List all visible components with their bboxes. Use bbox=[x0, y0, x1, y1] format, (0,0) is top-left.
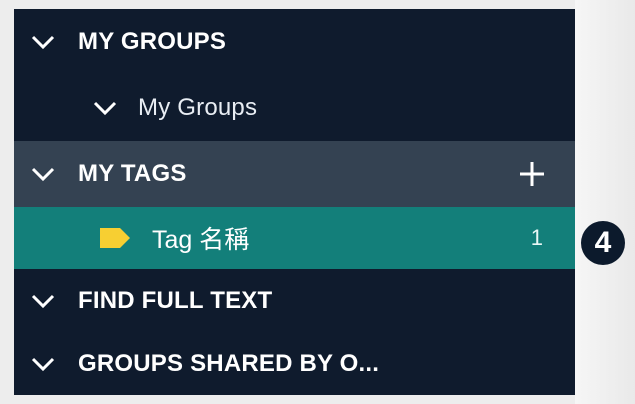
section-my-tags[interactable]: MY TAGS bbox=[14, 141, 575, 207]
group-item-my-groups[interactable]: My Groups bbox=[14, 75, 575, 141]
plus-icon[interactable] bbox=[517, 159, 547, 189]
chevron-down-icon[interactable] bbox=[30, 351, 56, 377]
section-my-groups[interactable]: MY GROUPS bbox=[14, 9, 575, 75]
tag-item[interactable]: Tag 名稱 1 bbox=[14, 207, 575, 269]
chevron-down-icon[interactable] bbox=[92, 95, 118, 121]
chevron-down-icon[interactable] bbox=[30, 29, 56, 55]
callout-number-badge: 4 bbox=[581, 221, 625, 265]
tag-count-badge: 1 bbox=[530, 225, 543, 250]
page-background bbox=[575, 0, 635, 404]
section-groups-shared[interactable]: GROUPS SHARED BY O... bbox=[14, 332, 575, 395]
chevron-down-icon[interactable] bbox=[30, 161, 56, 187]
group-item-label: My Groups bbox=[138, 94, 258, 121]
section-find-full-text[interactable]: FIND FULL TEXT bbox=[14, 269, 575, 332]
section-label: FIND FULL TEXT bbox=[78, 286, 273, 314]
tag-label: Tag 名稱 bbox=[152, 226, 250, 254]
section-label: MY GROUPS bbox=[78, 28, 227, 55]
sidebar-panel: MY GROUPS My Groups MY TAGS Tag 名稱 1 FIN… bbox=[14, 9, 575, 395]
section-label: MY TAGS bbox=[78, 160, 187, 187]
tag-icon bbox=[98, 225, 132, 251]
section-label: GROUPS SHARED BY O... bbox=[78, 349, 380, 377]
chevron-down-icon[interactable] bbox=[30, 288, 56, 314]
